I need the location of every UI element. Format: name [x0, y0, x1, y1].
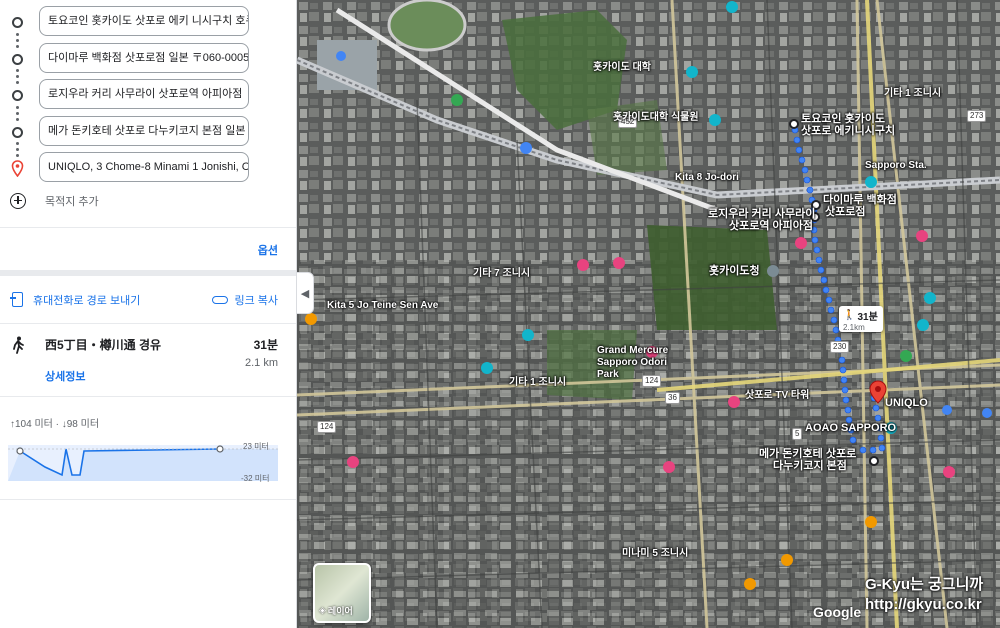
map-label-stop-2: 다이마루 백화점 [823, 194, 897, 206]
watermark: G-Kyu는 궁그니까 http://gkyu.co.kr [865, 575, 983, 615]
connector-dots-icon [16, 105, 19, 121]
map-label: 홋카이도 대학 [593, 62, 651, 73]
stop-circle-icon [12, 53, 23, 65]
map-label: Sapporo Sta. [865, 160, 927, 171]
layers-text: 레이어 [327, 606, 353, 616]
stops-list: 토요코인 홋카이도 삿포로 에키 니시구치 호쿠다이마에 다이마루 백화점 삿포… [0, 0, 296, 187]
map-label-destination: UNIQLO [885, 397, 928, 409]
stop-row-4: 메가 돈키호테 삿포로 다누키코지 본점 일본 [0, 105, 296, 151]
layers-label: ◈ 레이어 [319, 604, 353, 617]
directions-panel: 토요코인 홋카이도 삿포로 에키 니시구치 호쿠다이마에 다이마루 백화점 삿포… [0, 0, 297, 628]
map-label: 미나미 5 조니시 [622, 548, 689, 559]
stop-input-3[interactable]: 로지우라 커리 사무라이 삿포로역 아피아점 [39, 79, 249, 109]
walking-icon: 🚶 [843, 310, 856, 321]
map-label: Kita 5 Jo Teine Sen Ave [327, 300, 439, 311]
send-to-phone-button[interactable]: 휴대전화로 경로 보내기 [10, 292, 141, 308]
map-label: Grand Mercure Sapporo Odori Park [597, 345, 669, 380]
google-logo: Google [813, 604, 862, 620]
watermark-line-2: http://gkyu.co.kr [865, 596, 982, 613]
map-label: AOAO SAPPORO [805, 422, 897, 434]
walking-icon [13, 336, 24, 354]
send-to-phone-label: 휴대전화로 경로 보내기 [33, 294, 141, 307]
stop-input-4[interactable]: 메가 돈키호테 삿포로 다누키코지 본점 일본 [39, 115, 249, 146]
add-circle-icon [10, 192, 26, 209]
route-time: 31분 [253, 337, 278, 352]
options-row: 옵션 [0, 228, 296, 270]
chevron-left-icon: ◀ [300, 287, 310, 300]
road-shield: 36 [665, 392, 680, 404]
road-shield: 230 [830, 341, 850, 353]
road-shield: 124 [317, 421, 337, 433]
map-label-stop-3b: 삿포로역 아피아점 [729, 220, 814, 232]
map-label-stop-2b: 삿포로점 [825, 206, 866, 218]
map-label: 홋카이도대학 식물원 [613, 112, 699, 123]
stop-row-5: UNIQLO, 3 Chome-8 Minami 1 Jonishi, Chuo [0, 142, 296, 187]
route-details-link[interactable]: 상세정보 [45, 368, 85, 384]
connector-dots-icon [16, 32, 19, 48]
elevation-max-label: 23 미터 [243, 441, 269, 451]
map-label: 기타 7 조니시 [473, 268, 531, 279]
map-label-stop-4b: 다누키코지 본점 [773, 460, 847, 472]
stop-input-2[interactable]: 다이마루 백화점 삿포로점 일본 〒060-0005 [39, 42, 249, 73]
connector-dots-icon [16, 69, 19, 84]
share-row: 휴대전화로 경로 보내기 링크 복사 [0, 276, 296, 323]
road-shield: 273 [967, 110, 987, 122]
layers-button[interactable]: ◈ 레이어 [313, 563, 371, 623]
connector-dots-icon [16, 142, 19, 157]
copy-link-button[interactable]: 링크 복사 [212, 292, 278, 308]
watermark-line-1: G-Kyu는 궁그니까 [865, 576, 984, 593]
stop-row-1: 토요코인 홋카이도 삿포로 에키 니시구치 호쿠다이마에 [0, 4, 296, 41]
divider [0, 498, 296, 500]
layers-icon: ◈ [319, 605, 326, 615]
elevation-profile: ↑104 미터 · ↓98 미터 23 미터 -32 미터 [0, 397, 296, 499]
stop-input-1[interactable]: 토요코인 홋카이도 삿포로 에키 니시구치 호쿠다이마에 [39, 6, 249, 36]
link-icon [212, 295, 229, 304]
stop-input-5[interactable]: UNIQLO, 3 Chome-8 Minami 1 Jonishi, Chuo [39, 152, 249, 182]
add-destination-label: 목적지 추가 [45, 195, 99, 208]
collapse-panel-button[interactable]: ◀ [297, 272, 314, 314]
elevation-min-label: -32 미터 [241, 473, 270, 483]
map-label-stop-1: 토요코인 홋카이도 [801, 113, 886, 125]
satellite-map[interactable]: 452 230 124 124 36 5 273 홋카이도 대학 홋카이도대학 … [297, 0, 1000, 628]
map-label-stop-3: 로지우라 커리 사무라이 [708, 208, 816, 220]
map-label: 홋카이도청 [709, 265, 760, 277]
bubble-distance: 2.1km [843, 323, 865, 332]
stop-circle-icon [12, 17, 23, 28]
map-label: Kita 8 Jo-dori [675, 172, 739, 183]
route-distance: 2.1 km [244, 356, 278, 369]
add-destination-button[interactable]: 목적지 추가 [0, 187, 296, 223]
destination-pin-icon [11, 160, 24, 177]
send-to-phone-icon [10, 292, 23, 307]
map-label-stop-1b: 삿포로 에키니시구치 [801, 125, 896, 137]
options-button[interactable]: 옵션 [258, 242, 278, 258]
map-label: 삿포로 TV 타워 [745, 390, 810, 401]
road-shield: 5 [792, 428, 803, 440]
map-label-stop-4: 메가 돈키호테 삿포로 [759, 448, 857, 460]
stop-row-2: 다이마루 백화점 삿포로점 일본 〒060-0005 [0, 32, 296, 78]
copy-link-label: 링크 복사 [234, 294, 278, 307]
stop-circle-icon [12, 126, 23, 138]
route-time-bubble[interactable]: 🚶 31분 2.1km [839, 306, 883, 332]
map-label: 기타 1 조니시 [884, 88, 942, 99]
map-label: 기타 1 조니시 [509, 377, 567, 388]
route-card[interactable]: 西5丁目・樽川通 경유 31분 2.1 km 상세정보 [0, 324, 296, 396]
stop-row-3: 로지우라 커리 사무라이 삿포로역 아피아점 [0, 69, 296, 114]
route-via: 西5丁目・樽川通 경유 [45, 337, 162, 352]
bubble-time: 31분 [857, 312, 878, 323]
stop-circle-icon [12, 90, 23, 101]
